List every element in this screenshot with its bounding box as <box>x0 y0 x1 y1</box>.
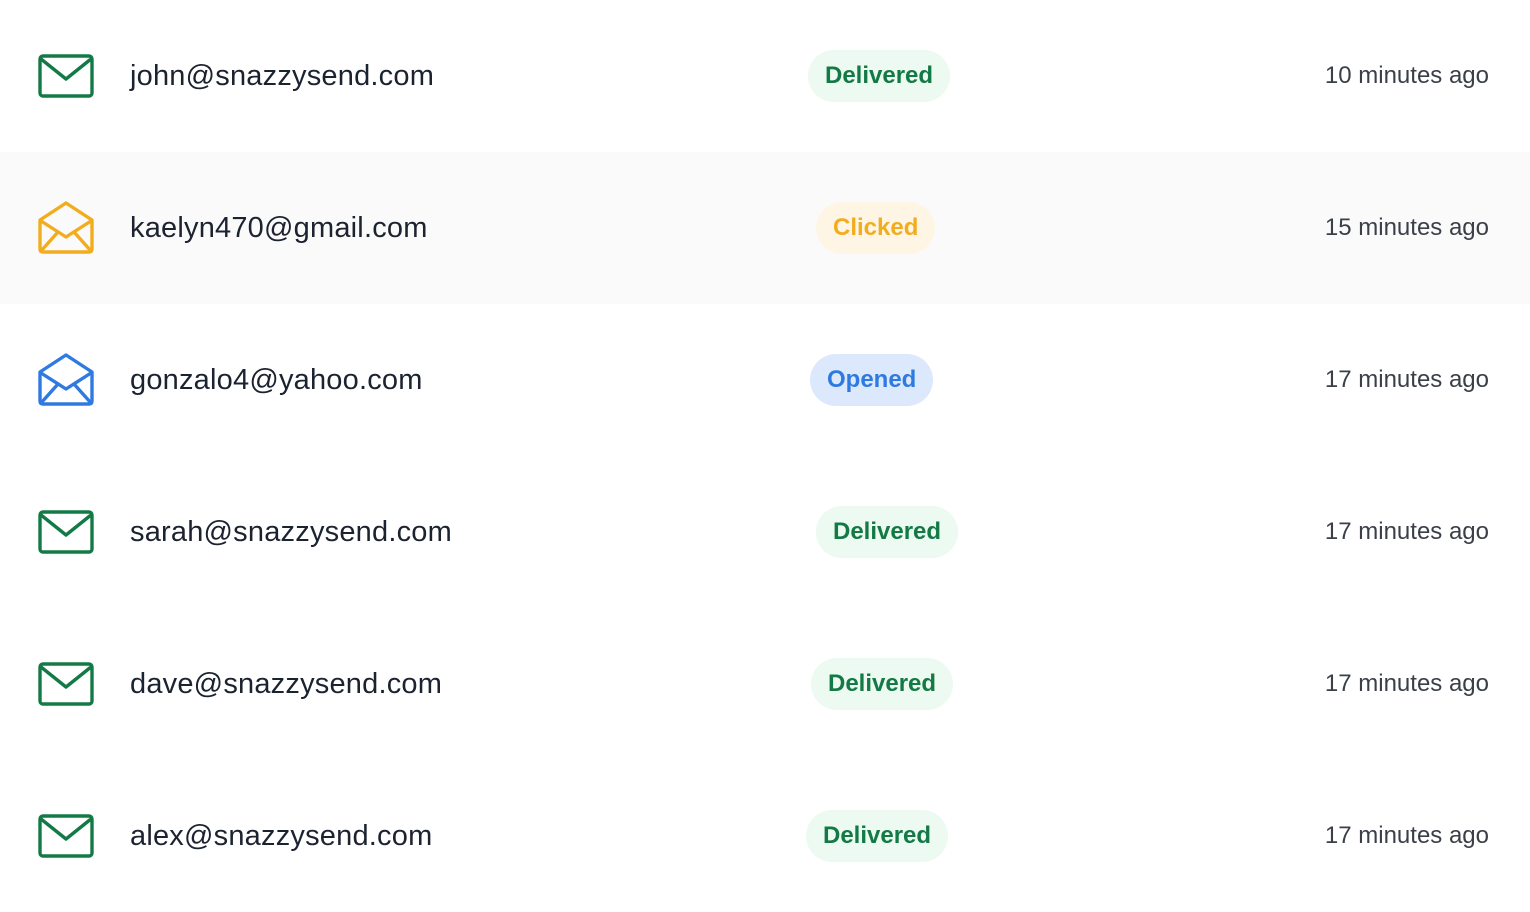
list-item[interactable]: alex@snazzysend.com Delivered 17 minutes… <box>0 760 1530 912</box>
closed-envelope-icon <box>36 48 96 104</box>
status-badge: Delivered <box>811 658 954 710</box>
list-item[interactable]: gonzalo4@yahoo.com Opened 17 minutes ago <box>0 304 1530 456</box>
open-envelope-icon <box>36 352 96 408</box>
email-activity-list: john@snazzysend.com Delivered 10 minutes… <box>0 0 1530 912</box>
status-badge: Delivered <box>816 506 959 558</box>
timestamp: 10 minutes ago <box>1324 62 1489 89</box>
timestamp: 17 minutes ago <box>1324 366 1489 393</box>
open-envelope-icon <box>36 200 96 256</box>
recipient-email: gonzalo4@yahoo.com <box>130 364 423 396</box>
recipient-email: kaelyn470@gmail.com <box>130 212 428 244</box>
status-badge: Clicked <box>816 202 936 254</box>
recipient-email: john@snazzysend.com <box>130 60 435 92</box>
timestamp: 17 minutes ago <box>1324 822 1489 849</box>
status-badge: Opened <box>810 354 934 406</box>
timestamp: 17 minutes ago <box>1324 670 1489 697</box>
recipient-email: sarah@snazzysend.com <box>130 516 452 548</box>
list-item[interactable]: dave@snazzysend.com Delivered 17 minutes… <box>0 608 1530 760</box>
timestamp: 15 minutes ago <box>1324 214 1489 241</box>
list-item[interactable]: kaelyn470@gmail.com Clicked 15 minutes a… <box>0 152 1530 304</box>
list-item[interactable]: sarah@snazzysend.com Delivered 17 minute… <box>0 456 1530 608</box>
list-item[interactable]: john@snazzysend.com Delivered 10 minutes… <box>0 0 1530 152</box>
closed-envelope-icon <box>36 504 96 560</box>
closed-envelope-icon <box>36 808 96 864</box>
status-badge: Delivered <box>808 50 951 102</box>
recipient-email: alex@snazzysend.com <box>130 820 433 852</box>
closed-envelope-icon <box>36 656 96 712</box>
recipient-email: dave@snazzysend.com <box>130 668 443 700</box>
timestamp: 17 minutes ago <box>1324 518 1489 545</box>
status-badge: Delivered <box>806 810 949 862</box>
